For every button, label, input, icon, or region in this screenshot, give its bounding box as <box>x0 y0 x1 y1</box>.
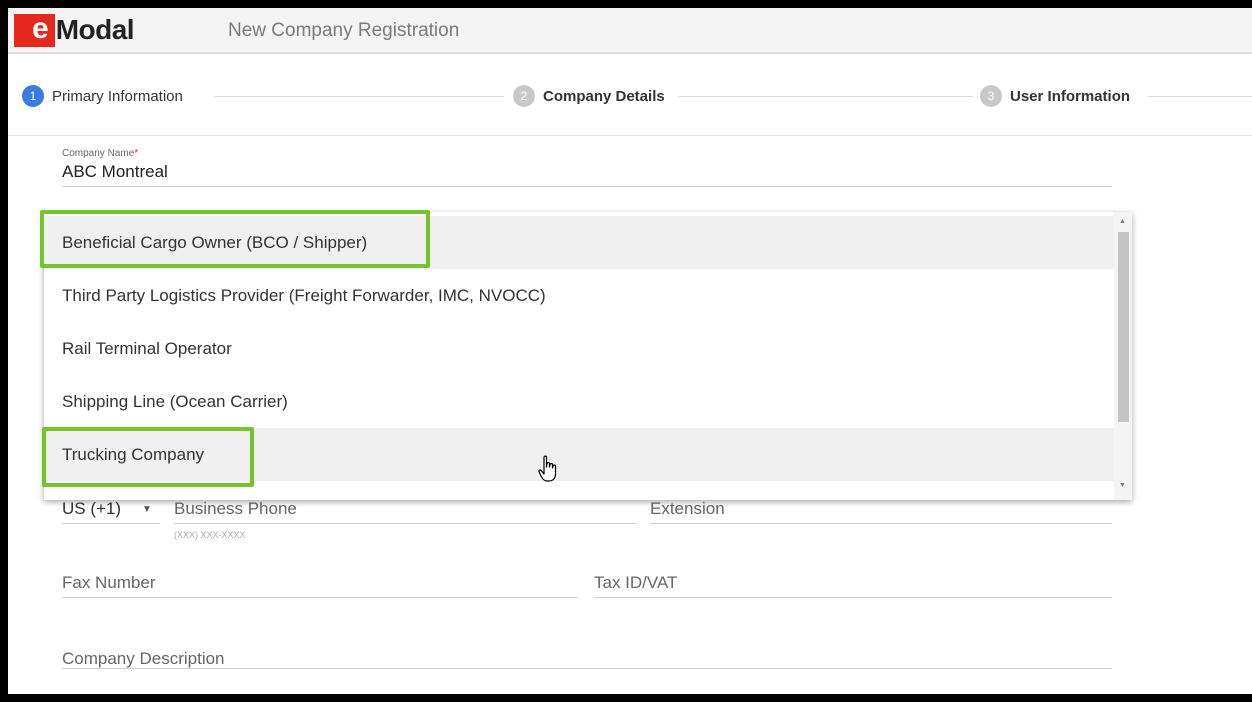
step-label: Primary Information <box>52 87 183 105</box>
country-code-select[interactable]: US (+1) <box>62 499 121 519</box>
business-phone-hint: (XXX) XXX-XXXX <box>174 530 246 540</box>
dropdown-option-shipping-line[interactable]: Shipping Line (Ocean Carrier) <box>44 375 1114 428</box>
step-number-1: 1 <box>22 85 44 107</box>
step-connector <box>1148 96 1252 97</box>
dropdown-option-rail-terminal[interactable]: Rail Terminal Operator <box>44 322 1114 375</box>
dropdown-option-3pl[interactable]: Third Party Logistics Provider (Freight … <box>44 269 1114 322</box>
company-name-label-text: Company Name <box>62 148 135 159</box>
company-name-input[interactable]: ABC Montreal <box>62 162 168 182</box>
country-code-underline <box>62 523 160 524</box>
frame-left <box>0 0 8 702</box>
extension-input[interactable]: Extension <box>650 499 725 519</box>
chevron-down-icon[interactable]: ▼ <box>142 504 152 515</box>
fax-number-input[interactable]: Fax Number <box>62 573 156 593</box>
scroll-up-arrow-icon[interactable]: ▲ <box>1119 218 1126 226</box>
company-description-underline <box>62 668 1112 669</box>
registration-stepper: 1 Primary Information 2 Company Details … <box>8 56 1252 136</box>
frame-bottom <box>0 694 1252 702</box>
company-description-input[interactable]: Company Description <box>62 649 225 669</box>
option-label: Third Party Logistics Provider (Freight … <box>62 285 546 305</box>
step-number-3: 3 <box>980 85 1002 107</box>
callout-highlight-bco <box>40 210 430 268</box>
scroll-down-arrow-icon[interactable]: ▼ <box>1119 482 1126 490</box>
tax-id-underline <box>594 597 1112 598</box>
fax-number-underline <box>62 597 578 598</box>
company-name-label: Company Name* <box>62 148 138 159</box>
required-mark: * <box>134 148 139 159</box>
step-company-details[interactable]: 2 Company Details <box>513 85 665 107</box>
business-phone-underline <box>174 523 636 524</box>
logo-e: e <box>14 13 55 47</box>
hand-pointer-cursor-icon <box>538 455 560 488</box>
page-title: New Company Registration <box>228 20 460 41</box>
extension-underline <box>650 523 1112 524</box>
business-phone-input[interactable]: Business Phone <box>174 499 297 519</box>
step-primary-information[interactable]: 1 Primary Information <box>22 85 183 107</box>
option-label: Shipping Line (Ocean Carrier) <box>62 391 288 411</box>
tax-id-input[interactable]: Tax ID/VAT <box>594 573 677 593</box>
callout-highlight-trucking <box>42 427 254 487</box>
step-connector <box>214 96 504 97</box>
frame-top <box>0 0 1252 8</box>
option-label: Rail Terminal Operator <box>62 338 232 358</box>
company-name-underline <box>62 186 1112 187</box>
step-number-2: 2 <box>513 85 535 107</box>
dropdown-scrollbar[interactable]: ▲ ▼ <box>1114 212 1132 500</box>
app-header: e Modal New Company Registration <box>8 8 1252 54</box>
step-connector <box>678 96 973 97</box>
step-label: User Information <box>1010 87 1131 105</box>
scroll-thumb[interactable] <box>1118 232 1129 422</box>
emodal-logo[interactable]: e Modal <box>14 13 135 47</box>
step-label: Company Details <box>543 87 665 105</box>
logo-text: Modal <box>55 14 135 45</box>
step-user-information[interactable]: 3 User Information <box>980 85 1130 107</box>
